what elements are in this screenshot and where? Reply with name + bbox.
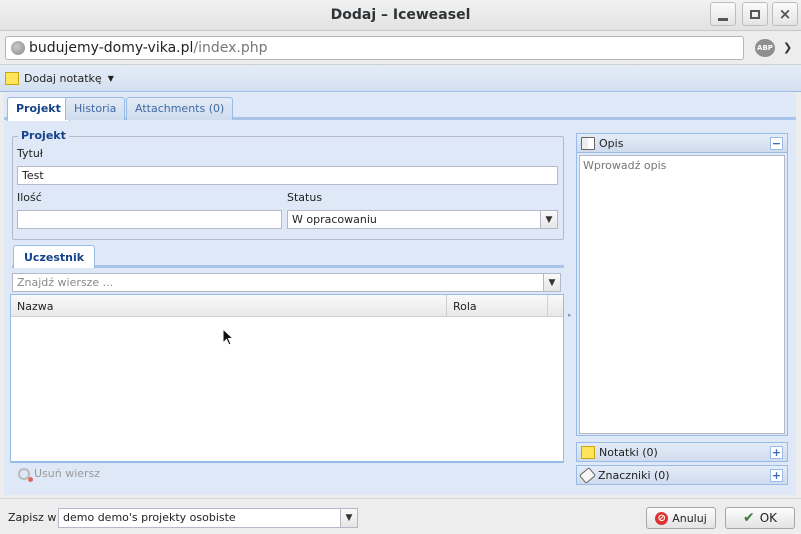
dialog-body: Projekt Historia Attachments (0) Projekt… bbox=[4, 93, 796, 495]
minimize-button[interactable] bbox=[710, 2, 736, 26]
note-icon bbox=[5, 71, 19, 85]
adblock-icon[interactable]: ABP bbox=[755, 39, 775, 57]
ok-label: OK bbox=[759, 511, 778, 525]
minimize-icon bbox=[718, 17, 728, 21]
fieldset-legend: Projekt bbox=[18, 129, 69, 142]
quantity-label: Ilość bbox=[17, 191, 42, 204]
column-header-rola[interactable]: Rola bbox=[453, 300, 477, 313]
cancel-icon: ⊘ bbox=[655, 511, 669, 525]
panel-splitter[interactable]: ▸ bbox=[567, 126, 575, 488]
ok-button[interactable]: ✔ OK bbox=[725, 507, 795, 529]
url-path: /index.php bbox=[193, 40, 268, 56]
check-icon: ✔ bbox=[742, 510, 755, 526]
save-in-value: demo demo's projekty osobiste bbox=[63, 511, 236, 524]
description-title: Opis bbox=[599, 136, 624, 150]
splitter-arrow-icon[interactable]: ▸ bbox=[568, 311, 572, 319]
grid-header: Nazwa Rola bbox=[11, 295, 563, 317]
dialog-footer: Zapisz w demo demo's projekty osobiste ▼… bbox=[0, 498, 801, 534]
project-fieldset: Projekt Tytuł Test Ilość Status W opraco… bbox=[12, 129, 564, 240]
maximize-icon bbox=[750, 9, 760, 19]
tag-icon bbox=[578, 466, 597, 484]
status-label: Status bbox=[287, 191, 323, 204]
status-select[interactable]: W opracowaniu ▼ bbox=[287, 210, 558, 229]
participants-tabs: Uczestnik bbox=[12, 244, 564, 268]
description-panel-header[interactable]: Opis − bbox=[576, 133, 788, 153]
search-placeholder: Znajdź wiersze ... bbox=[17, 276, 114, 289]
collapse-button[interactable]: − bbox=[770, 137, 783, 150]
expand-button[interactable]: + bbox=[770, 446, 783, 459]
tab-attachments[interactable]: Attachments (0) bbox=[126, 97, 234, 120]
quantity-field[interactable] bbox=[17, 210, 282, 229]
app-toolbar: Dodaj notatkę ▼ bbox=[0, 65, 801, 92]
tab-historia[interactable]: Historia bbox=[65, 97, 126, 120]
chevron-down-icon[interactable]: ▼ bbox=[340, 509, 357, 527]
participants-grid: Nazwa Rola bbox=[10, 294, 564, 462]
left-panel: Projekt Tytuł Test Ilość Status W opraco… bbox=[8, 126, 566, 488]
title-label: Tytuł bbox=[17, 147, 43, 160]
window-title: Dodaj – Iceweasel bbox=[330, 7, 471, 23]
save-in-label: Zapisz w bbox=[8, 511, 57, 524]
title-field[interactable]: Test bbox=[17, 166, 558, 185]
chevron-down-icon[interactable]: ▼ bbox=[540, 211, 557, 228]
right-panel: Opis − Notatki (0) + Znaczniki (0) + bbox=[576, 133, 788, 488]
mouse-cursor-icon bbox=[222, 328, 234, 346]
search-rows-input[interactable]: Znajdź wiersze ... ▼ bbox=[12, 273, 561, 292]
chevron-down-icon[interactable]: ▼ bbox=[543, 274, 560, 291]
address-bar-row: budujemy-domy-vika.pl/index.php ABP ❯ bbox=[0, 31, 801, 65]
globe-icon bbox=[11, 41, 25, 55]
close-window-button[interactable]: × bbox=[772, 2, 798, 26]
remove-row-icon bbox=[18, 467, 33, 482]
description-textarea[interactable] bbox=[579, 155, 785, 434]
cancel-button[interactable]: ⊘ Anuluj bbox=[646, 507, 716, 529]
url-field[interactable]: budujemy-domy-vika.pl/index.php bbox=[5, 36, 744, 60]
column-separator[interactable] bbox=[446, 295, 447, 317]
cancel-label: Anuluj bbox=[672, 511, 707, 525]
adblock-menu-chevron-icon[interactable]: ❯ bbox=[783, 41, 792, 54]
close-icon: × bbox=[778, 4, 792, 23]
column-separator[interactable] bbox=[547, 295, 548, 317]
status-value: W opracowaniu bbox=[292, 213, 377, 226]
add-note-button[interactable]: Dodaj notatkę ▼ bbox=[0, 71, 114, 85]
book-icon bbox=[581, 136, 595, 150]
maximize-button[interactable] bbox=[742, 2, 768, 26]
note-icon bbox=[581, 445, 595, 459]
participants-search: Znajdź wiersze ... ▼ bbox=[12, 273, 561, 292]
url-domain: budujemy-domy-vika.pl bbox=[29, 40, 194, 56]
remove-row-button[interactable]: Usuń wiersz bbox=[10, 462, 564, 484]
description-box bbox=[576, 153, 788, 436]
tab-projekt[interactable]: Projekt bbox=[7, 97, 70, 121]
save-in-select[interactable]: demo demo's projekty osobiste ▼ bbox=[58, 508, 358, 528]
notes-panel-header[interactable]: Notatki (0) + bbox=[576, 442, 788, 462]
tab-uczestnik[interactable]: Uczestnik bbox=[13, 245, 96, 268]
remove-row-label: Usuń wiersz bbox=[34, 467, 101, 480]
dropdown-caret-icon: ▼ bbox=[107, 73, 114, 83]
main-tabs: Projekt Historia Attachments (0) bbox=[4, 93, 796, 121]
notes-title: Notatki (0) bbox=[599, 445, 658, 459]
expand-button[interactable]: + bbox=[770, 469, 783, 482]
tags-panel-header[interactable]: Znaczniki (0) + bbox=[576, 465, 788, 485]
window-titlebar: Dodaj – Iceweasel × bbox=[0, 0, 801, 31]
column-header-nazwa[interactable]: Nazwa bbox=[17, 300, 53, 313]
add-note-label: Dodaj notatkę bbox=[24, 71, 102, 85]
tags-title: Znaczniki (0) bbox=[598, 468, 670, 482]
